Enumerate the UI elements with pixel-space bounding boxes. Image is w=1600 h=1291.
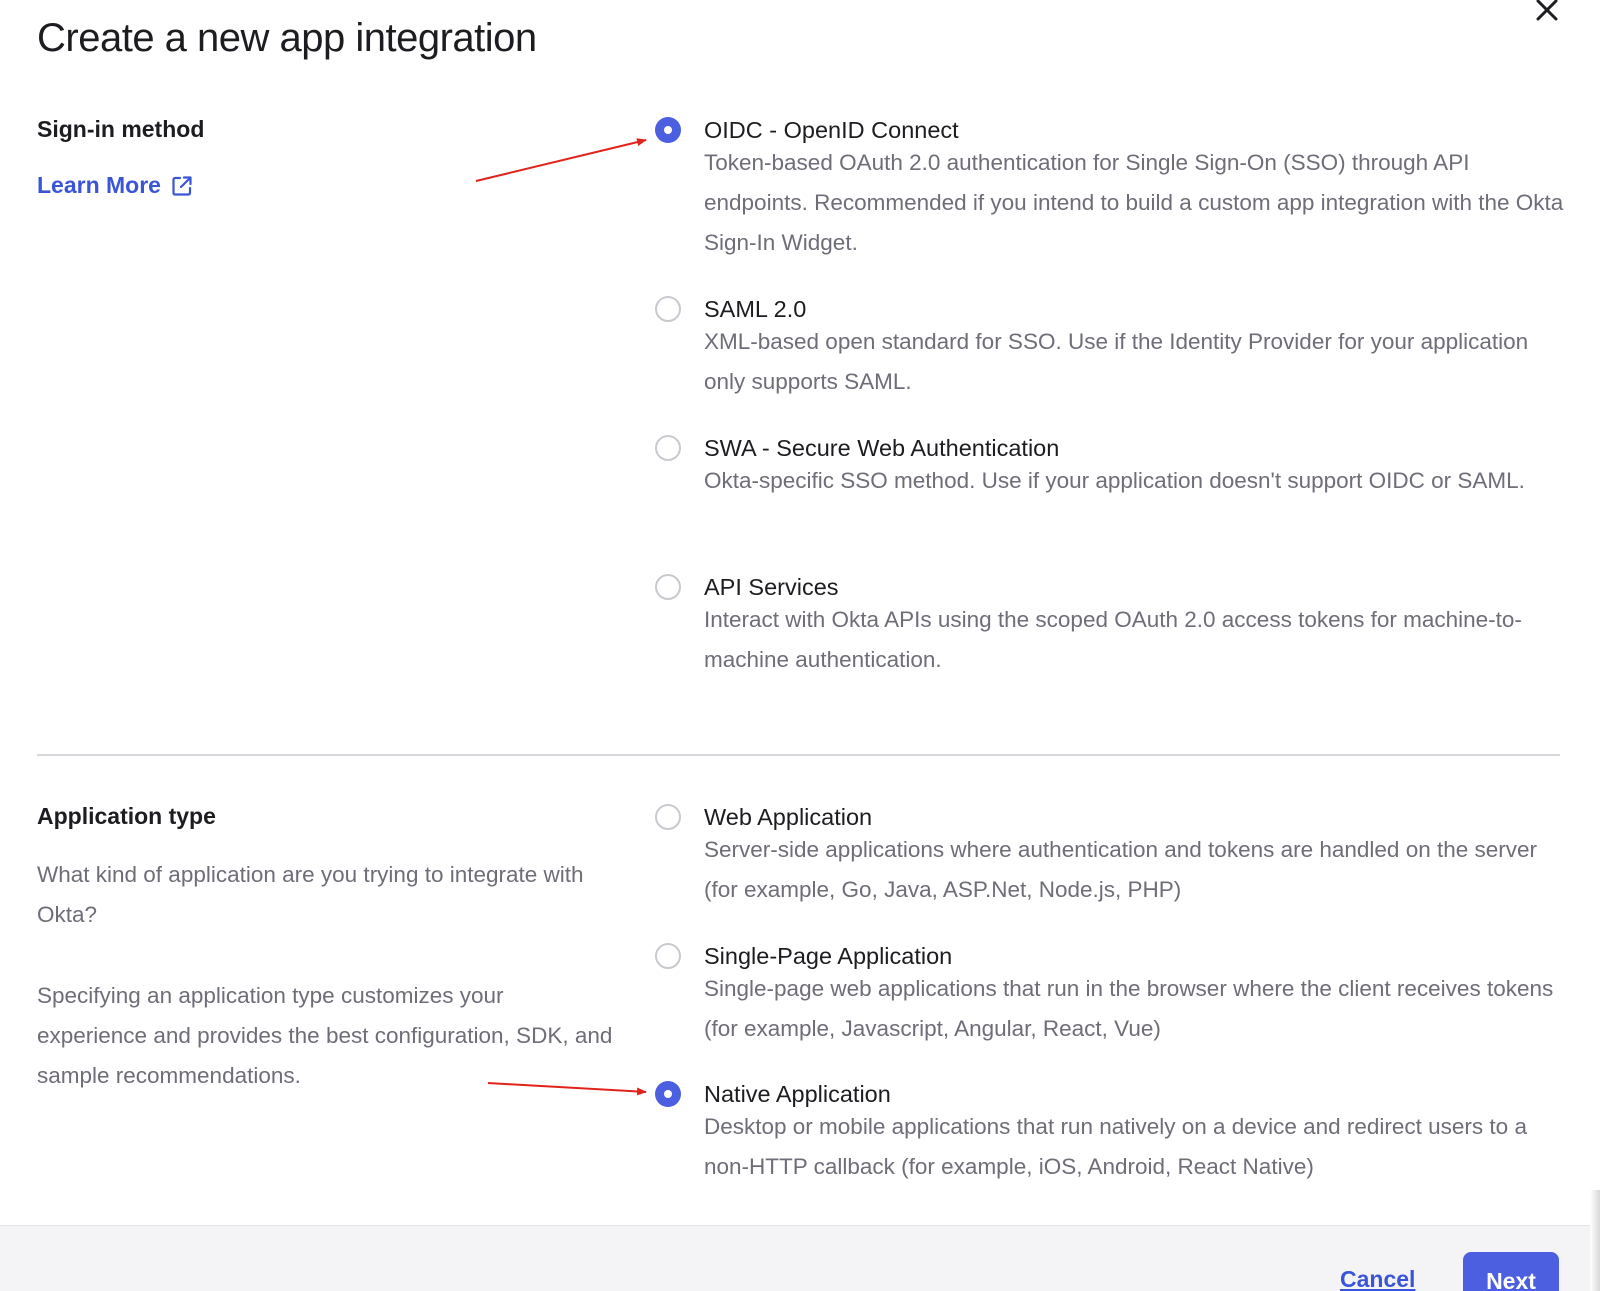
radio-oidc[interactable] <box>655 117 681 143</box>
option-label[interactable]: SWA - Secure Web Authentication <box>704 433 1059 463</box>
option-description: Okta-specific SSO method. Use if your ap… <box>704 468 1525 493</box>
radio-api-services[interactable] <box>655 574 681 600</box>
annotation-arrow-oidc <box>475 138 647 182</box>
option-label[interactable]: OIDC - OpenID Connect <box>704 115 959 145</box>
close-button[interactable] <box>1533 0 1561 24</box>
option-description: Token-based OAuth 2.0 authentication for… <box>704 150 1564 255</box>
application-type-question: What kind of application are you trying … <box>37 862 584 927</box>
radio-web-application[interactable] <box>655 804 681 830</box>
option-label[interactable]: SAML 2.0 <box>704 294 806 324</box>
option-description: Interact with Okta APIs using the scoped… <box>704 607 1522 672</box>
next-button[interactable]: Next <box>1463 1252 1559 1291</box>
option-label[interactable]: Single-Page Application <box>704 941 952 971</box>
window-edge-shadow <box>1590 1190 1600 1291</box>
radio-native-application[interactable] <box>655 1081 681 1107</box>
radio-saml[interactable] <box>655 296 681 322</box>
learn-more-link[interactable]: Learn More <box>37 172 193 199</box>
radio-swa[interactable] <box>655 435 681 461</box>
option-label[interactable]: Native Application <box>704 1079 891 1109</box>
application-type-explanation: Specifying an application type customize… <box>37 983 613 1088</box>
application-type-heading: Application type <box>37 803 216 829</box>
dialog-title: Create a new app integration <box>37 16 537 60</box>
option-description: Single-page web applications that run in… <box>704 976 1554 1041</box>
create-app-integration-dialog: Create a new app integration Sign-in met… <box>0 0 1600 1291</box>
external-link-icon <box>172 175 192 196</box>
cancel-button[interactable]: Cancel <box>1340 1266 1415 1291</box>
section-divider <box>37 754 1560 756</box>
close-icon <box>1536 0 1558 21</box>
option-label[interactable]: Web Application <box>704 802 872 832</box>
learn-more-label: Learn More <box>37 172 161 198</box>
sign-in-method-heading: Sign-in method <box>37 116 205 142</box>
radio-single-page-application[interactable] <box>655 943 681 969</box>
option-description: Server-side applications where authentic… <box>704 837 1538 902</box>
option-description: XML-based open standard for SSO. Use if … <box>704 329 1529 394</box>
option-label[interactable]: API Services <box>704 572 839 602</box>
option-description: Desktop or mobile applications that run … <box>704 1114 1527 1179</box>
